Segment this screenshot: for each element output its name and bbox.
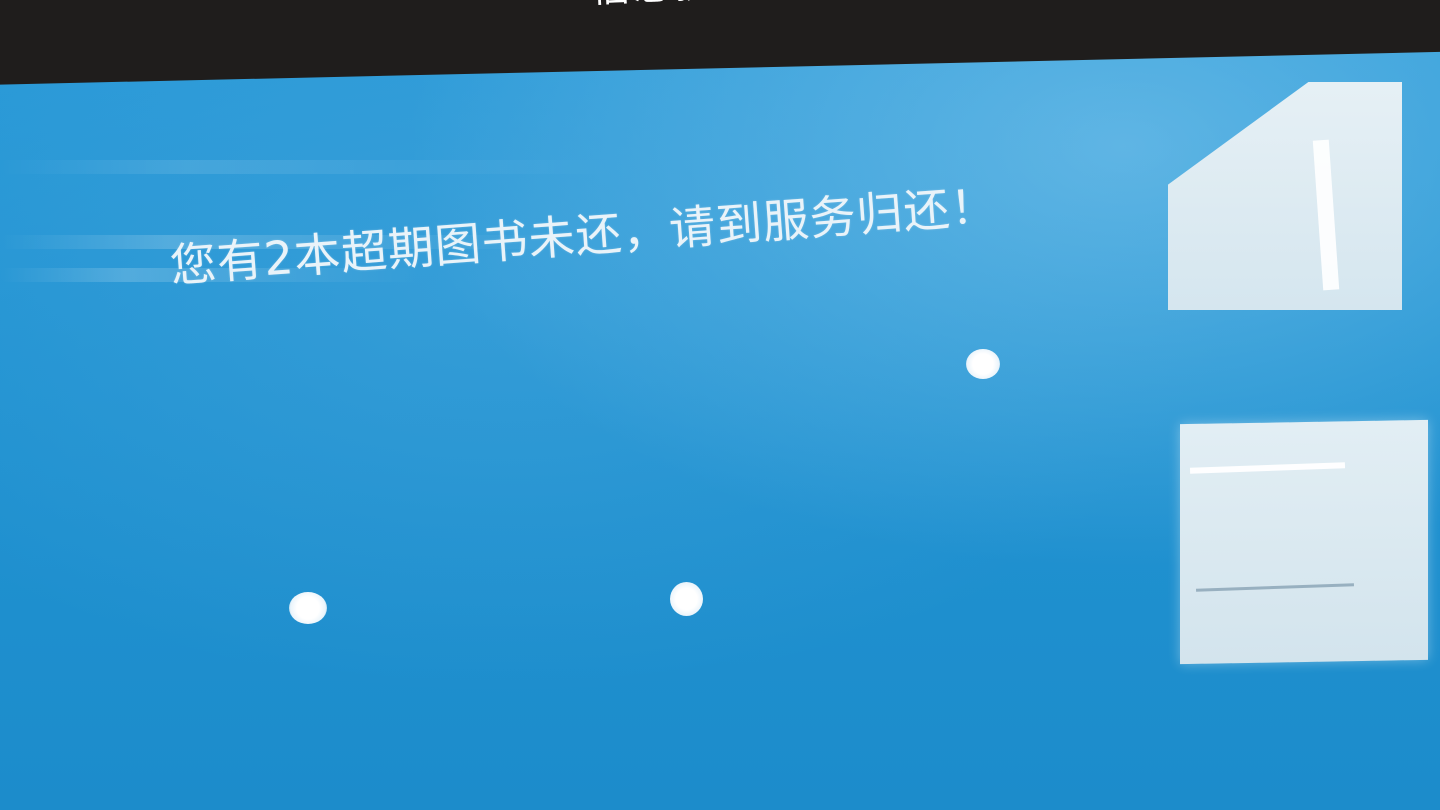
window-reflection-top [1168,82,1402,310]
light-streak [0,160,620,174]
window-title: 信息提示 [589,0,760,14]
touch-point [289,592,327,624]
notification-screen: 信息提示 您有2本超期图书未还，请到服务归还！ [0,0,1440,810]
touch-point [670,582,703,616]
overdue-books-message: 您有2本超期图书未还，请到服务归还！ [168,178,1000,293]
touch-point [966,349,1000,379]
title-bar: 信息提示 [0,0,1440,85]
window-reflection-bottom [1180,419,1428,665]
